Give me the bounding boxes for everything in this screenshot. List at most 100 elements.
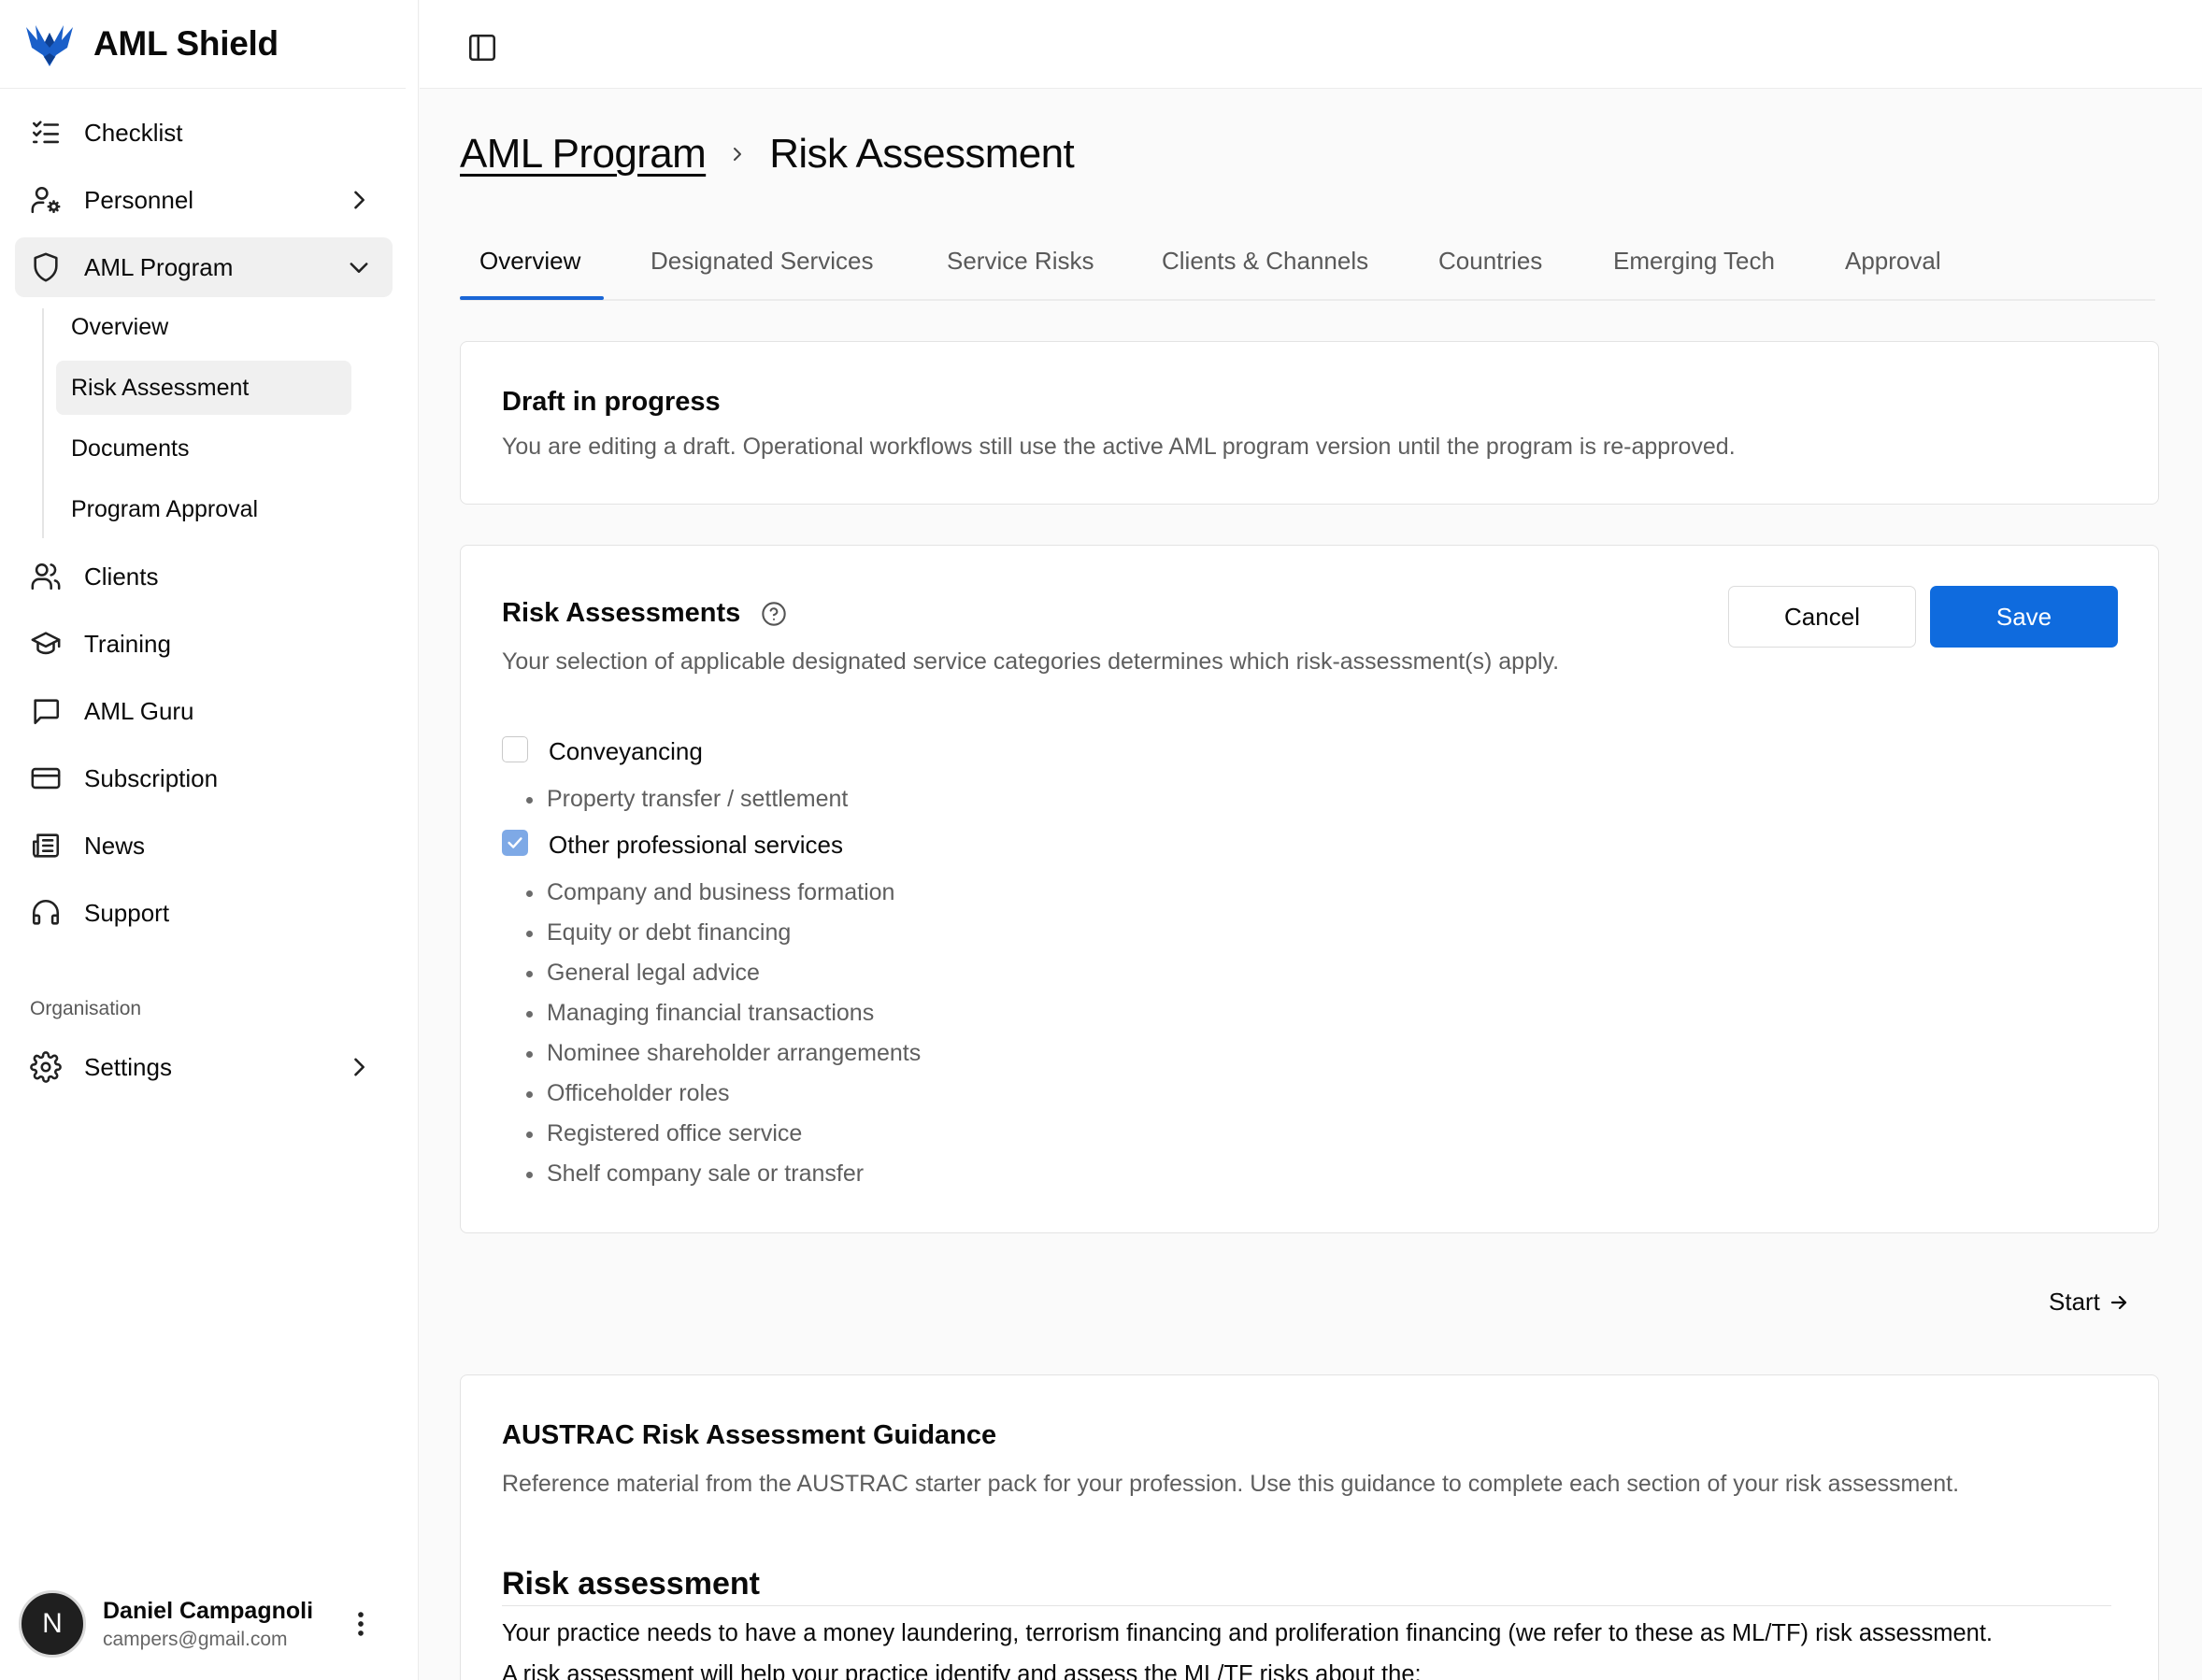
sidebar-item-label: Subscription — [84, 763, 219, 792]
sidebar-item-label: Support — [84, 898, 170, 927]
headphones-icon — [30, 897, 62, 929]
sidebar-item-support[interactable]: Support — [15, 883, 393, 943]
arrow-right-icon — [2108, 1291, 2130, 1314]
topbar — [420, 0, 2202, 89]
sidebar-item-label: AML Guru — [84, 696, 194, 725]
chevron-right-icon — [726, 143, 749, 165]
guidance-heading: Risk assessment — [502, 1566, 760, 1602]
sidebar-item-label: Settings — [84, 1052, 172, 1081]
risk-assessments-card: Risk Assessments Your selection of appli… — [460, 545, 2159, 1233]
subnav-item-program-approval[interactable]: Program Approval — [56, 482, 351, 536]
list-item: Property transfer / settlement — [524, 779, 848, 819]
draft-notice-card: Draft in progress You are editing a draf… — [460, 341, 2159, 505]
page-title: Risk Assessment — [769, 131, 1075, 177]
brand[interactable]: AML Shield — [0, 0, 406, 89]
tab-countries[interactable]: Countries — [1438, 247, 1542, 276]
list-item: Officeholder roles — [524, 1074, 921, 1114]
sidebar-item-personnel[interactable]: Personnel — [15, 170, 393, 230]
list-item: General legal advice — [524, 953, 921, 993]
draft-title: Draft in progress — [502, 387, 721, 417]
service-list-conveyancing: Property transfer / settlement — [524, 779, 848, 819]
tab-overview[interactable]: Overview — [479, 247, 580, 276]
user-name: Daniel Campagnoli — [103, 1597, 314, 1624]
list-item: Registered office service — [524, 1114, 921, 1154]
active-tab-indicator — [460, 296, 604, 300]
breadcrumb-link-aml-program[interactable]: AML Program — [460, 131, 707, 178]
risk-assessments-header: Risk Assessments — [502, 598, 787, 629]
sidebar-toggle-icon[interactable] — [466, 32, 498, 64]
gear-icon — [30, 1051, 62, 1083]
start-label: Start — [2049, 1288, 2100, 1316]
divider — [502, 1605, 2111, 1606]
subnav-item-risk-assessment[interactable]: Risk Assessment — [56, 361, 351, 415]
shield-icon — [30, 251, 62, 283]
tab-designated-services[interactable]: Designated Services — [651, 247, 873, 276]
sidebar-item-clients[interactable]: Clients — [15, 547, 393, 606]
user-cog-icon — [30, 184, 62, 216]
sidebar-item-checklist[interactable]: Checklist — [15, 103, 393, 163]
check-icon — [508, 837, 522, 848]
chevron-right-icon — [346, 187, 372, 213]
list-item: Company and business formation — [524, 873, 921, 913]
tab-approval[interactable]: Approval — [1845, 247, 1941, 276]
category-label-conveyancing[interactable]: Conveyancing — [549, 737, 703, 766]
subnav-item-overview[interactable]: Overview — [56, 300, 351, 354]
sidebar-item-label: News — [84, 831, 146, 860]
sidebar-item-subscription[interactable]: Subscription — [15, 748, 393, 808]
tab-emerging-tech[interactable]: Emerging Tech — [1613, 247, 1775, 276]
risk-assessments-title: Risk Assessments — [502, 598, 741, 628]
guidance-title: AUSTRAC Risk Assessment Guidance — [502, 1420, 997, 1450]
sidebar-item-label: AML Program — [84, 252, 234, 281]
avatar: N — [19, 1590, 86, 1658]
checkbox-other-professional-services[interactable] — [502, 830, 528, 856]
guidance-paragraph-2: A risk assessment will help your practic… — [502, 1661, 1422, 1680]
checklist-icon — [30, 117, 62, 149]
start-button[interactable]: Start — [2049, 1288, 2130, 1317]
sidebar-item-aml-guru[interactable]: AML Guru — [15, 681, 393, 741]
sidebar-item-news[interactable]: News — [15, 816, 393, 876]
subnav-item-label: Risk Assessment — [71, 374, 250, 401]
sidebar-item-label: Clients — [84, 562, 159, 591]
credit-card-icon — [30, 762, 62, 794]
list-item: Nominee shareholder arrangements — [524, 1033, 921, 1074]
checkbox-conveyancing[interactable] — [502, 736, 528, 762]
app-name: AML Shield — [93, 24, 279, 63]
list-item: Equity or debt financing — [524, 913, 921, 953]
users-icon — [30, 561, 62, 592]
subnav-line — [42, 308, 44, 538]
sidebar-item-aml-program[interactable]: AML Program — [15, 237, 393, 297]
guidance-paragraph: Your practice needs to have a money laun… — [502, 1620, 1994, 1646]
service-list-other-professional-services: Company and business formation Equity or… — [524, 873, 921, 1194]
chevron-down-icon — [346, 254, 372, 280]
sidebar-item-label: Personnel — [84, 185, 194, 214]
guidance-description: Reference material from the AUSTRAC star… — [502, 1471, 1960, 1497]
sidebar-item-training[interactable]: Training — [15, 614, 393, 674]
subnav-item-documents[interactable]: Documents — [56, 421, 351, 476]
cancel-button[interactable]: Cancel — [1728, 586, 1916, 648]
newspaper-icon — [30, 830, 62, 861]
subnav-item-label: Overview — [71, 313, 169, 340]
draft-description: You are editing a draft. Operational wor… — [502, 434, 1736, 460]
sidebar-item-label: Checklist — [84, 118, 183, 147]
category-label-other-professional-services[interactable]: Other professional services — [549, 831, 843, 860]
section-label-organisation: Organisation — [30, 998, 142, 1019]
sidebar-item-label: Training — [84, 629, 171, 658]
graduation-cap-icon — [30, 628, 62, 660]
help-circle-icon[interactable] — [761, 601, 787, 627]
message-square-icon — [30, 695, 62, 727]
list-item: Managing financial transactions — [524, 993, 921, 1033]
breadcrumb: AML Program Risk Assessment — [460, 131, 1075, 178]
sidebar-item-settings[interactable]: Settings — [15, 1037, 393, 1097]
tabs: Overview Designated Services Service Ris… — [460, 230, 2155, 301]
more-vertical-icon[interactable] — [342, 1605, 379, 1643]
tab-service-risks[interactable]: Service Risks — [947, 247, 1094, 276]
save-button[interactable]: Save — [1930, 586, 2118, 648]
chevron-right-icon — [346, 1054, 372, 1080]
risk-assessments-description: Your selection of applicable designated … — [502, 648, 1560, 675]
guidance-card: AUSTRAC Risk Assessment Guidance Referen… — [460, 1374, 2159, 1680]
eagle-logo-icon — [24, 20, 75, 68]
list-item: Shelf company sale or transfer — [524, 1154, 921, 1194]
tab-clients-channels[interactable]: Clients & Channels — [1162, 247, 1368, 276]
user-profile[interactable]: N Daniel Campagnoli campers@gmail.com — [19, 1588, 393, 1659]
user-email: campers@gmail.com — [103, 1628, 288, 1650]
